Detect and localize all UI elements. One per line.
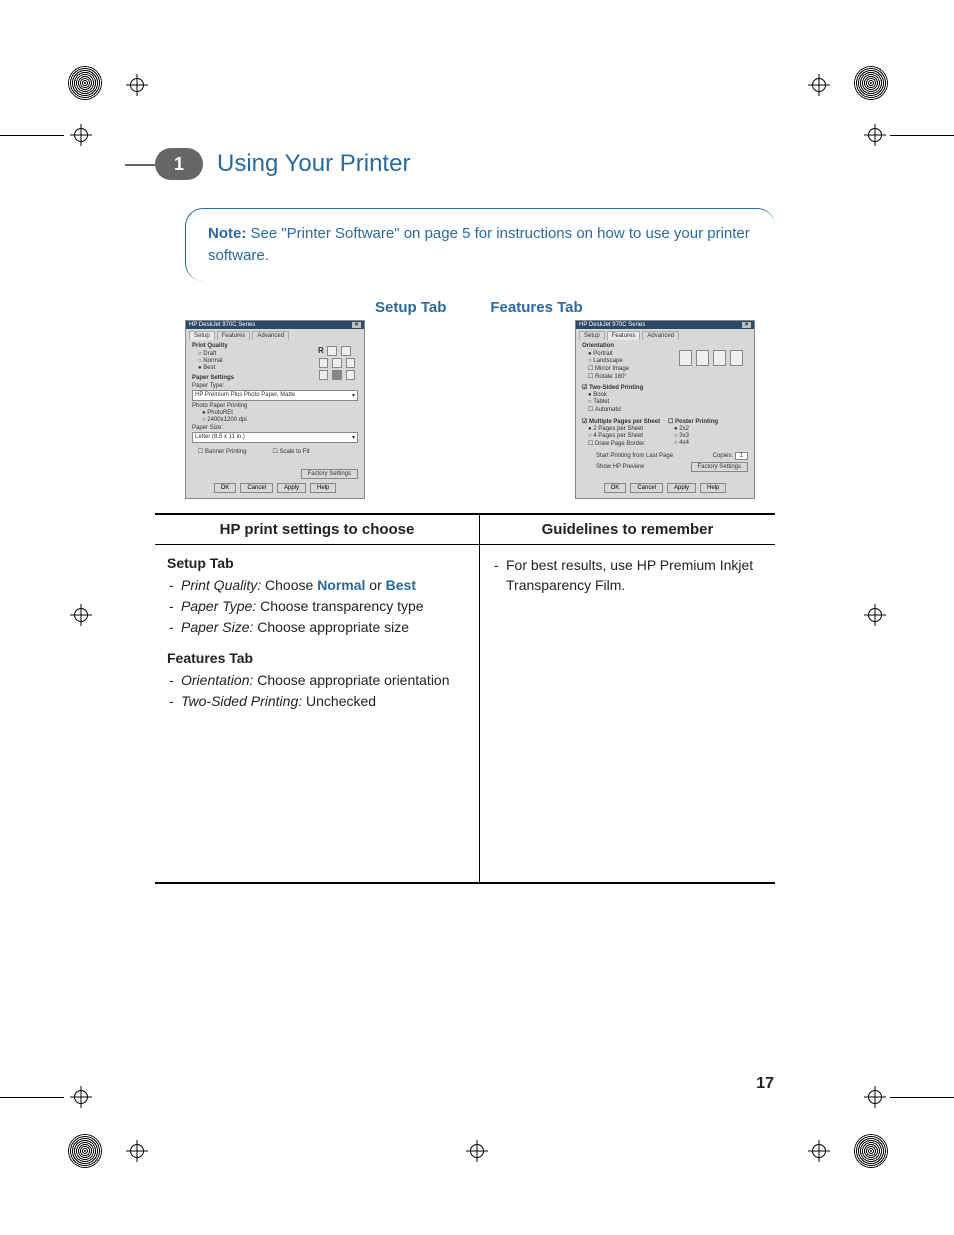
list-item: Orientation: Choose appropriate orientat… [167, 670, 467, 690]
chapter-title: Using Your Printer [217, 150, 410, 178]
orientation-label: Orientation [582, 343, 748, 349]
registration-mark [126, 1140, 148, 1162]
registration-mark [466, 1140, 488, 1162]
factory-settings-button[interactable]: Factory Settings [301, 469, 358, 479]
close-icon[interactable]: × [352, 322, 361, 328]
checkbox-two-sided[interactable]: Two-Sided Printing [582, 384, 748, 391]
cell-guidelines: For best results, use HP Premium Inkjet … [480, 544, 776, 883]
checkbox-preview[interactable]: Show HP Preview [596, 464, 644, 470]
photo-paper-label: Photo Paper Printing [192, 403, 358, 409]
note-label: Note: [208, 225, 246, 242]
crop-line [0, 135, 64, 136]
list-item: For best results, use HP Premium Inkjet … [492, 555, 763, 596]
cancel-button[interactable]: Cancel [240, 483, 273, 493]
settings-table: HP print settings to choose Guidelines t… [155, 513, 775, 884]
features-dialog: HP DeskJet 970C Series × Setup Features … [575, 320, 755, 499]
checkbox-page-border[interactable]: Draw Page Border [588, 440, 662, 447]
copies-label: Copies: [713, 453, 733, 459]
registration-swirl [68, 1134, 102, 1168]
tab-setup[interactable]: Setup [189, 331, 215, 340]
help-button[interactable]: Help [700, 483, 726, 493]
layout-preview-icons [678, 350, 744, 368]
registration-mark [808, 74, 830, 96]
note-text: See "Printer Software" on page 5 for ins… [208, 225, 750, 264]
checkbox-automatic[interactable]: Automatic [588, 406, 748, 413]
radio-book[interactable]: Book [588, 392, 748, 398]
registration-mark [70, 124, 92, 146]
help-button[interactable]: Help [310, 483, 336, 493]
radio-2pps[interactable]: 2 Pages per Sheet [588, 426, 662, 432]
ok-button[interactable]: OK [604, 483, 627, 493]
cancel-button[interactable]: Cancel [630, 483, 663, 493]
copies-input[interactable]: 1 [735, 452, 748, 460]
dialog-tab-strip: Setup Features Advanced [576, 329, 754, 340]
registration-swirl [68, 66, 102, 100]
setup-tab-heading: Setup Tab [167, 553, 467, 573]
crop-line [890, 135, 954, 136]
radio-4pps[interactable]: 4 Pages per Sheet [588, 433, 662, 439]
paper-size-label: Paper Size: [192, 425, 358, 431]
checkbox-banner[interactable]: Banner Printing [198, 448, 246, 455]
dialog-titlebar: HP DeskJet 970C Series × [576, 321, 754, 329]
radio-poster-4x4[interactable]: 4x4 [674, 440, 748, 446]
paper-type-label: Paper Type: [192, 383, 358, 389]
tab-features[interactable]: Features [217, 331, 251, 340]
dialog-titlebar: HP DeskJet 970C Series × [186, 321, 364, 329]
checkbox-start-last[interactable]: Start Printing from Last Page [596, 453, 673, 459]
tab-advanced[interactable]: Advanced [642, 331, 679, 340]
registration-swirl [854, 66, 888, 100]
list-item: Paper Type: Choose transparency type [167, 596, 467, 616]
tab-labels-row: Setup Tab Features Tab [185, 299, 775, 316]
setup-tab-label: Setup Tab [375, 299, 446, 316]
paper-type-dropdown[interactable]: HP Premium Plus Photo Paper, Matte [192, 390, 358, 401]
dialog-title-text: HP DeskJet 970C Series [579, 322, 645, 328]
radio-2400dpi[interactable]: 2400x1200 dpi [202, 417, 358, 423]
tab-features[interactable]: Features [607, 331, 641, 340]
list-item: Two-Sided Printing: Unchecked [167, 691, 467, 711]
tab-advanced[interactable]: Advanced [252, 331, 289, 340]
factory-settings-button[interactable]: Factory Settings [691, 462, 748, 472]
col-header-guidelines: Guidelines to remember [480, 514, 776, 545]
registration-mark [864, 124, 886, 146]
registration-mark [864, 1086, 886, 1108]
page-number: 17 [756, 1075, 774, 1093]
registration-mark [70, 1086, 92, 1108]
chapter-number-badge: 1 [155, 148, 203, 180]
registration-mark [70, 604, 92, 626]
checkbox-rotate[interactable]: Rotate 180° [588, 373, 748, 380]
registration-swirl [854, 1134, 888, 1168]
note-box: Note: See "Printer Software" on page 5 f… [185, 208, 775, 281]
checkbox-poster[interactable]: Poster Printing [668, 418, 748, 425]
preview-icon-group: R [318, 346, 356, 382]
radio-tablet[interactable]: Tablet [588, 399, 748, 405]
registration-mark [808, 1140, 830, 1162]
tab-setup[interactable]: Setup [579, 331, 605, 340]
radio-photoret[interactable]: PhotoREt [202, 410, 358, 416]
apply-button[interactable]: Apply [277, 483, 306, 493]
registration-mark [864, 604, 886, 626]
radio-poster-2x2[interactable]: 2x2 [674, 426, 748, 432]
apply-button[interactable]: Apply [667, 483, 696, 493]
setup-dialog: HP DeskJet 970C Series × Setup Features … [185, 320, 365, 499]
col-header-settings: HP print settings to choose [155, 514, 480, 545]
chapter-header: 1 Using Your Printer [155, 148, 775, 180]
features-tab-heading: Features Tab [167, 648, 467, 668]
dialog-title-text: HP DeskJet 970C Series [189, 322, 255, 328]
paper-size-dropdown[interactable]: Letter (8.5 x 11 in.) [192, 432, 358, 443]
features-tab-label: Features Tab [490, 299, 582, 316]
crop-line [0, 1097, 64, 1098]
checkbox-multi-pages[interactable]: Multiple Pages per Sheet [582, 418, 662, 425]
close-icon[interactable]: × [742, 322, 751, 328]
radio-poster-3x3[interactable]: 3x3 [674, 433, 748, 439]
registration-mark [126, 74, 148, 96]
list-item: Paper Size: Choose appropriate size [167, 617, 467, 637]
dialog-tab-strip: Setup Features Advanced [186, 329, 364, 340]
crop-line [890, 1097, 954, 1098]
list-item: Print Quality: Choose Normal or Best [167, 575, 467, 595]
ok-button[interactable]: OK [214, 483, 237, 493]
checkbox-scale[interactable]: Scale to Fit [272, 448, 309, 455]
cell-settings: Setup Tab Print Quality: Choose Normal o… [155, 544, 480, 883]
